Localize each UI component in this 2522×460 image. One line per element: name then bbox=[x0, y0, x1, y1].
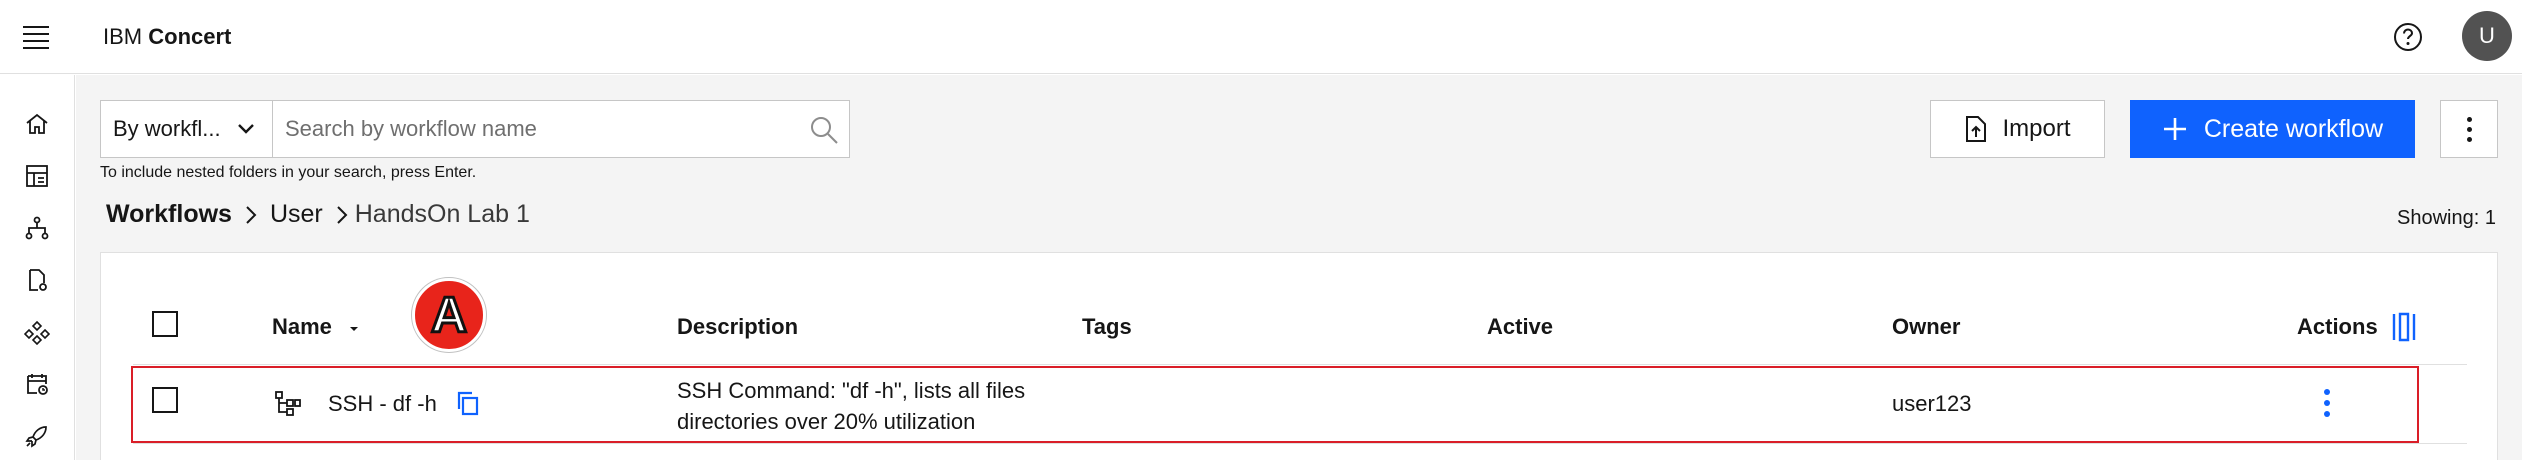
column-header-owner: Owner bbox=[1892, 314, 1961, 339]
chevron-right-icon bbox=[246, 205, 257, 224]
calendar-settings-icon[interactable] bbox=[20, 367, 54, 401]
breadcrumb-user[interactable]: User bbox=[270, 200, 323, 229]
brand-name: Concert bbox=[148, 24, 232, 49]
home-icon[interactable] bbox=[20, 107, 54, 141]
sort-arrow-icon bbox=[350, 327, 359, 331]
column-header-description: Description bbox=[677, 314, 799, 339]
overflow-menu-icon[interactable] bbox=[2440, 100, 2498, 158]
brand-prefix: IBM bbox=[103, 24, 143, 49]
search-bar: By workfl... bbox=[100, 100, 850, 158]
column-header-actions: Actions bbox=[2297, 314, 2378, 339]
search-scope-value: By workfl... bbox=[113, 116, 221, 141]
annotation-badge: A bbox=[412, 278, 486, 352]
breadcrumb-workflows[interactable]: Workflows bbox=[106, 200, 232, 229]
document-settings-icon[interactable] bbox=[20, 263, 54, 297]
hamburger-menu-icon[interactable] bbox=[16, 20, 56, 54]
header-divider bbox=[133, 364, 2467, 365]
document-import-icon bbox=[1966, 116, 1987, 142]
chevron-down-icon bbox=[238, 124, 254, 134]
rocket-icon[interactable] bbox=[20, 419, 54, 453]
column-header-name-label: Name bbox=[272, 314, 332, 339]
search-scope-dropdown[interactable]: By workfl... bbox=[101, 101, 273, 157]
add-icon bbox=[2163, 118, 2186, 140]
results-count: Showing: 1 bbox=[2397, 207, 2496, 229]
search-hint: To include nested folders in your search… bbox=[100, 164, 477, 181]
top-header: IBM Concert U bbox=[0, 0, 2522, 74]
hierarchy-icon[interactable] bbox=[20, 211, 54, 245]
breadcrumb: Workflows User HandsOn Lab 1 bbox=[106, 200, 530, 229]
column-header-tags: Tags bbox=[1082, 314, 1132, 339]
user-avatar[interactable]: U bbox=[2462, 11, 2512, 61]
column-settings-icon[interactable] bbox=[2392, 312, 2416, 342]
import-label: Import bbox=[2002, 115, 2071, 142]
network-icon[interactable] bbox=[20, 315, 54, 349]
column-header-name[interactable]: Name bbox=[272, 314, 362, 340]
side-nav-rail bbox=[0, 75, 75, 460]
search-icon[interactable] bbox=[809, 115, 839, 145]
help-icon[interactable] bbox=[2390, 19, 2426, 55]
column-header-active: Active bbox=[1487, 314, 1554, 339]
dashboard-icon[interactable] bbox=[20, 159, 54, 193]
search-input[interactable] bbox=[273, 101, 849, 157]
row-divider bbox=[133, 443, 2467, 444]
create-workflow-button[interactable]: Create workflow bbox=[2130, 100, 2415, 158]
breadcrumb-current: HandsOn Lab 1 bbox=[354, 200, 530, 228]
row-highlight-box bbox=[131, 366, 2419, 443]
import-button[interactable]: Import bbox=[1930, 100, 2105, 158]
brand-logo[interactable]: IBM Concert bbox=[103, 22, 231, 52]
create-workflow-label: Create workflow bbox=[2203, 114, 2384, 143]
select-all-checkbox[interactable] bbox=[152, 311, 178, 337]
chevron-right-icon bbox=[337, 205, 348, 224]
